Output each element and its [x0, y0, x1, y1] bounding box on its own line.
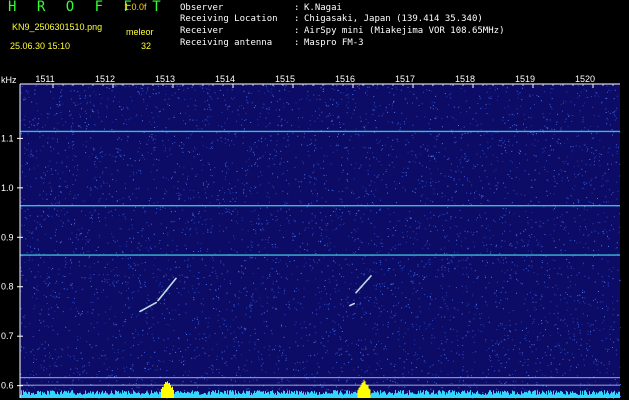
info-row-antenna: Receiving antenna: Maspro FM-3: [180, 39, 364, 48]
hrofft-window: H R O F F T 1.0.0f KN9_2506301510.png me…: [0, 0, 629, 400]
info-separator: :: [294, 14, 300, 24]
info-row-receiver: Receiver: AirSpy mini (Miakejima VOR 108.…: [180, 27, 504, 36]
spectrogram-panel: 1511 1512 1513 1514 1515 1516 1517 1518 1519 1520…: [0, 72, 629, 400]
y-tick-label: 0.6: [1, 381, 14, 391]
y-tick-label: 0.9: [1, 232, 14, 242]
info-value: Chigasaki, Japan (139.414 35.340): [304, 14, 483, 24]
info-key: Receiver: [180, 26, 224, 36]
info-value: AirSpy mini (Miakejima VOR 108.65MHz): [304, 26, 505, 36]
x-tick-label: 1518: [455, 74, 475, 84]
info-row-location: Receiving Location: Chigasaki, Japan (139…: [180, 15, 483, 24]
x-tick-label: 1520: [575, 74, 595, 84]
y-tick-label: 1.0: [1, 183, 14, 193]
spectrogram-chart: 1511 1512 1513 1514 1515 1516 1517 1518 1519 1520…: [1, 74, 621, 399]
y-tick-label: 0.7: [1, 331, 14, 341]
x-tick-label: 1517: [395, 74, 415, 84]
app-version: 1.0.0f: [124, 2, 147, 12]
y-tick-label: 1.1: [1, 133, 14, 143]
info-separator: :: [294, 26, 300, 36]
file-name: KN9_2506301510.png: [12, 22, 103, 32]
info-value: K.Nagai: [304, 3, 342, 13]
info-key: Observer: [180, 3, 224, 13]
timestamp: 25.06.30 15:10: [10, 41, 71, 51]
x-tick-label: 1514: [215, 74, 235, 84]
x-tick-label: 1519: [515, 74, 535, 84]
info-separator: :: [294, 3, 300, 13]
info-row-observer: Observer: K.Nagai: [180, 4, 342, 13]
info-key: Receiving antenna: [180, 38, 273, 48]
x-tick-label: 1515: [275, 74, 295, 84]
mode-label: meleor: [126, 27, 154, 37]
info-value: Maspro FM-3: [304, 38, 364, 48]
y-tick-label: 0.8: [1, 282, 14, 292]
x-tick-label: 1516: [335, 74, 355, 84]
count-value: 32: [141, 41, 152, 51]
info-separator: :: [294, 38, 300, 48]
info-key: Receiving Location: [180, 14, 278, 24]
x-tick-label: 1511: [35, 74, 54, 84]
x-tick-label: 1513: [155, 74, 175, 84]
x-tick-label: 1512: [95, 74, 115, 84]
